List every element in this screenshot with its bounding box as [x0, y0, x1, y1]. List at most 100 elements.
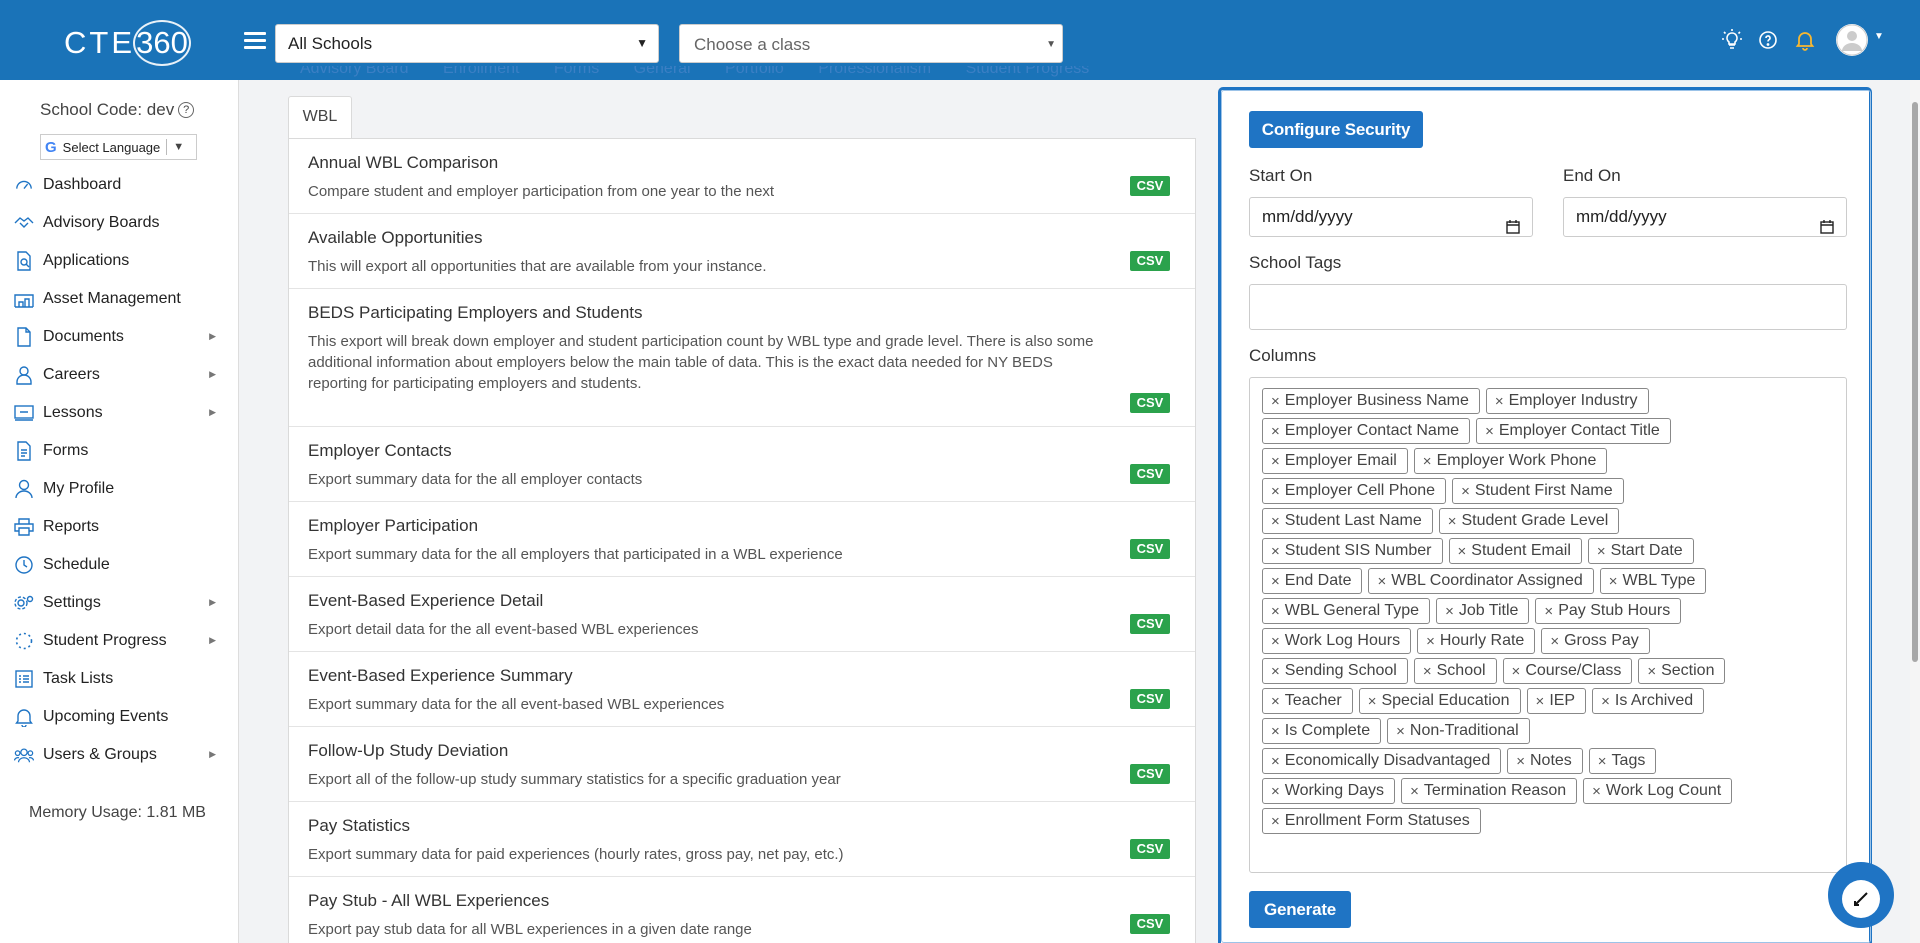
class-select[interactable]: Choose a class ▼	[679, 24, 1063, 63]
remove-icon[interactable]: ×	[1271, 453, 1280, 470]
calendar-icon[interactable]	[1820, 210, 1834, 234]
csv-export-button[interactable]: CSV	[1130, 764, 1170, 784]
remove-icon[interactable]: ×	[1271, 543, 1280, 560]
school-select[interactable]: All Schools ▼	[275, 24, 659, 63]
report-item[interactable]: Follow-Up Study Deviation Export all of …	[289, 727, 1195, 802]
sidebar-item-lessons[interactable]: Lessons ▶	[0, 394, 238, 432]
csv-export-button[interactable]: CSV	[1130, 393, 1170, 413]
remove-icon[interactable]: ×	[1445, 603, 1454, 620]
remove-icon[interactable]: ×	[1271, 423, 1280, 440]
remove-icon[interactable]: ×	[1536, 693, 1545, 710]
page-scrollbar[interactable]	[1910, 80, 1920, 943]
remove-icon[interactable]: ×	[1271, 753, 1280, 770]
tab-enrollment[interactable]: Enrollment	[443, 66, 519, 77]
csv-export-button[interactable]: CSV	[1130, 914, 1170, 934]
remove-icon[interactable]: ×	[1368, 693, 1377, 710]
report-item[interactable]: Event-Based Experience Detail Export det…	[289, 577, 1195, 652]
columns-multiselect[interactable]: × Employer Business Name × Employer Indust…	[1249, 377, 1847, 873]
tab-professionalism[interactable]: Professionalism	[818, 66, 931, 77]
sidebar-item-reports[interactable]: Reports	[0, 508, 238, 546]
report-item[interactable]: Employer Contacts Export summary data fo…	[289, 427, 1195, 502]
remove-icon[interactable]: ×	[1426, 633, 1435, 650]
tab-forms[interactable]: Forms	[554, 66, 599, 77]
remove-icon[interactable]: ×	[1592, 783, 1601, 800]
remove-icon[interactable]: ×	[1271, 573, 1280, 590]
sidebar-item-asset-management[interactable]: Asset Management	[0, 280, 238, 318]
remove-icon[interactable]: ×	[1458, 543, 1467, 560]
sidebar-item-applications[interactable]: Applications	[0, 242, 238, 280]
remove-icon[interactable]: ×	[1271, 813, 1280, 830]
report-item[interactable]: Event-Based Experience Summary Export su…	[289, 652, 1195, 727]
csv-export-button[interactable]: CSV	[1130, 251, 1170, 271]
csv-export-button[interactable]: CSV	[1130, 614, 1170, 634]
remove-icon[interactable]: ×	[1377, 573, 1386, 590]
sidebar-item-dashboard[interactable]: Dashboard	[0, 166, 238, 204]
start-date-input[interactable]: mm/dd/yyyy	[1249, 197, 1533, 237]
report-item[interactable]: Annual WBL Comparison Compare student an…	[289, 139, 1195, 214]
sidebar-item-advisory-boards[interactable]: Advisory Boards	[0, 204, 238, 242]
remove-icon[interactable]: ×	[1271, 603, 1280, 620]
remove-icon[interactable]: ×	[1461, 483, 1470, 500]
remove-icon[interactable]: ×	[1271, 783, 1280, 800]
remove-icon[interactable]: ×	[1271, 513, 1280, 530]
report-item[interactable]: Pay Stub - All WBL Experiences Export pa…	[289, 877, 1195, 943]
tab-portfolio[interactable]: Portfolio	[725, 66, 784, 77]
sidebar-item-student-progress[interactable]: Student Progress ▶	[0, 622, 238, 660]
remove-icon[interactable]: ×	[1647, 663, 1656, 680]
csv-export-button[interactable]: CSV	[1130, 839, 1170, 859]
remove-icon[interactable]: ×	[1271, 633, 1280, 650]
report-item[interactable]: Employer Participation Export summary da…	[289, 502, 1195, 577]
remove-icon[interactable]: ×	[1423, 663, 1432, 680]
csv-export-button[interactable]: CSV	[1130, 539, 1170, 559]
remove-icon[interactable]: ×	[1601, 693, 1610, 710]
user-avatar[interactable]	[1836, 24, 1868, 56]
remove-icon[interactable]: ×	[1271, 393, 1280, 410]
remove-icon[interactable]: ×	[1271, 663, 1280, 680]
sidebar-item-schedule[interactable]: Schedule	[0, 546, 238, 584]
calendar-icon[interactable]	[1506, 210, 1520, 234]
csv-export-button[interactable]: CSV	[1130, 176, 1170, 196]
help-icon[interactable]	[1756, 28, 1780, 52]
remove-icon[interactable]: ×	[1516, 753, 1525, 770]
remove-icon[interactable]: ×	[1597, 543, 1606, 560]
sidebar-item-upcoming-events[interactable]: Upcoming Events	[0, 698, 238, 736]
remove-icon[interactable]: ×	[1598, 753, 1607, 770]
tab-advisory-board[interactable]: Advisory Board	[300, 66, 409, 77]
cte360-logo[interactable]: CTE 360	[64, 20, 191, 66]
sidebar-item-forms[interactable]: Forms	[0, 432, 238, 470]
remove-icon[interactable]: ×	[1512, 663, 1521, 680]
tab-general[interactable]: General	[634, 66, 691, 77]
report-item[interactable]: Pay Statistics Export summary data for p…	[289, 802, 1195, 877]
language-select[interactable]: G Select Language ▼	[40, 134, 197, 160]
remove-icon[interactable]: ×	[1550, 633, 1559, 650]
help-icon[interactable]: ?	[178, 102, 195, 118]
lightbulb-icon[interactable]	[1720, 28, 1744, 52]
csv-export-button[interactable]: CSV	[1130, 689, 1170, 709]
tab-student-progress[interactable]: Student Progress	[966, 66, 1090, 77]
csv-export-button[interactable]: CSV	[1130, 464, 1170, 484]
avatar-caret-icon[interactable]: ▼	[1874, 31, 1884, 42]
sidebar-item-users-groups[interactable]: Users & Groups ▶	[0, 736, 238, 774]
end-date-input[interactable]: mm/dd/yyyy	[1563, 197, 1847, 237]
school-tags-input[interactable]	[1249, 284, 1847, 330]
remove-icon[interactable]: ×	[1495, 393, 1504, 410]
sidebar-item-careers[interactable]: Careers ▶	[0, 356, 238, 394]
report-item[interactable]: Available Opportunities This will export…	[289, 214, 1195, 289]
remove-icon[interactable]: ×	[1396, 723, 1405, 740]
remove-icon[interactable]: ×	[1423, 453, 1432, 470]
menu-toggle-icon[interactable]	[244, 32, 266, 50]
configure-security-button[interactable]: Configure Security	[1249, 111, 1423, 148]
sidebar-item-settings[interactable]: Settings ▶	[0, 584, 238, 622]
remove-icon[interactable]: ×	[1271, 723, 1280, 740]
remove-icon[interactable]: ×	[1410, 783, 1419, 800]
remove-icon[interactable]: ×	[1609, 573, 1618, 590]
sidebar-item-task-lists[interactable]: Task Lists	[0, 660, 238, 698]
sidebar-item-my-profile[interactable]: My Profile	[0, 470, 238, 508]
sidebar-item-documents[interactable]: Documents ▶	[0, 318, 238, 356]
report-item[interactable]: BEDS Participating Employers and Student…	[289, 289, 1195, 427]
chat-support-button[interactable]	[1828, 862, 1894, 928]
tab-wbl[interactable]: WBL	[288, 96, 352, 138]
remove-icon[interactable]: ×	[1271, 693, 1280, 710]
remove-icon[interactable]: ×	[1448, 513, 1457, 530]
remove-icon[interactable]: ×	[1271, 483, 1280, 500]
